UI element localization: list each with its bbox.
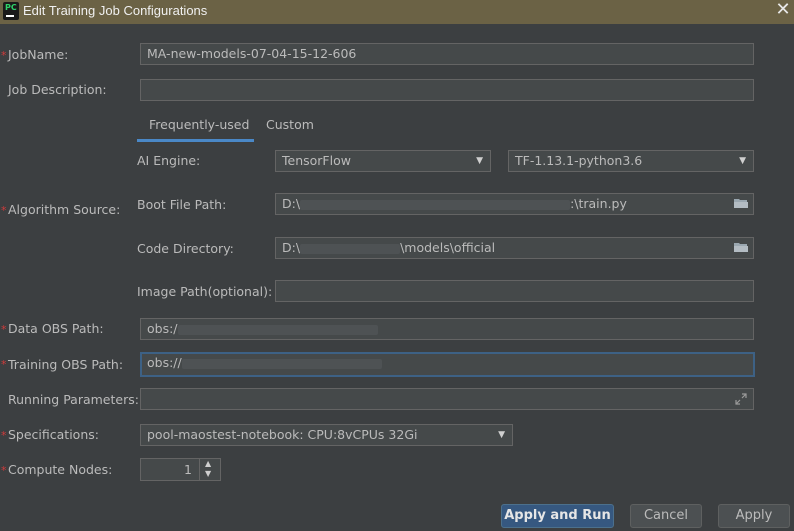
redacted-text <box>177 324 378 335</box>
redacted-text <box>300 243 401 254</box>
boot-file-path-label: Boot File Path: <box>137 197 227 212</box>
tab-selected-indicator <box>137 139 254 142</box>
chevron-down-icon: ▼ <box>498 430 505 440</box>
compute-nodes-stepper[interactable]: 1 ▲ ▼ <box>140 458 221 481</box>
data-obs-path-value: obs:/ <box>147 321 178 336</box>
redacted-text <box>181 358 382 369</box>
required-mark: * <box>1 464 7 477</box>
specifications-value: pool-maostest-notebook: CPU:8vCPUs 32Gi <box>147 427 418 442</box>
tab-custom[interactable]: Custom <box>266 117 314 132</box>
close-icon[interactable]: ✕ <box>772 0 794 22</box>
training-obs-path-value: obs:// <box>147 355 182 370</box>
boot-file-path-input[interactable]: D:\ :\train.py <box>275 193 754 215</box>
data-obs-path-input[interactable]: obs:/ <box>140 318 754 340</box>
tab-frequently-used[interactable]: Frequently-used <box>149 117 249 132</box>
decrement-icon[interactable]: ▼ <box>205 469 211 478</box>
training-obs-path-input[interactable]: obs:// <box>140 352 755 377</box>
training-obs-path-label: Training OBS Path: <box>8 357 124 372</box>
code-dir-prefix: D:\ <box>282 240 301 255</box>
image-path-label: Image Path(optional): <box>137 284 273 299</box>
job-description-label: Job Description: <box>8 82 107 97</box>
running-parameters-label: Running Parameters: <box>8 392 139 407</box>
algorithm-source-label: Algorithm Source: <box>8 202 121 217</box>
apply-and-run-button[interactable]: Apply and Run <box>501 504 614 528</box>
increment-icon[interactable]: ▲ <box>205 459 211 468</box>
title-bar: PC Edit Training Job Configurations ✕ <box>0 0 794 24</box>
folder-icon[interactable] <box>734 242 748 253</box>
compute-nodes-label: Compute Nodes: <box>8 462 113 477</box>
required-mark: * <box>1 204 7 217</box>
job-description-input[interactable] <box>140 79 754 101</box>
specifications-select[interactable]: pool-maostest-notebook: CPU:8vCPUs 32Gi … <box>140 424 513 446</box>
required-mark: * <box>1 49 7 62</box>
ai-engine-select[interactable]: TensorFlow ▼ <box>275 150 491 172</box>
chevron-down-icon: ▼ <box>739 156 746 166</box>
ai-engine-label: AI Engine: <box>137 153 201 168</box>
code-dir-suffix: \models\official <box>400 240 496 255</box>
specifications-label: Specifications: <box>8 427 99 442</box>
code-directory-input[interactable]: D:\ \models\official <box>275 237 754 259</box>
boot-file-prefix: D:\ <box>282 196 301 211</box>
image-path-input[interactable] <box>275 280 754 302</box>
compute-nodes-value: 1 <box>184 462 192 477</box>
ai-engine-value: TensorFlow <box>282 153 351 168</box>
apply-button[interactable]: Apply <box>718 504 790 528</box>
running-parameters-input[interactable] <box>140 388 754 410</box>
redacted-text <box>300 199 571 210</box>
engine-version-value: TF-1.13.1-python3.6 <box>515 153 643 168</box>
chevron-down-icon: ▼ <box>476 156 483 166</box>
engine-version-select[interactable]: TF-1.13.1-python3.6 ▼ <box>508 150 754 172</box>
required-mark: * <box>1 323 7 336</box>
data-obs-path-label: Data OBS Path: <box>8 321 104 336</box>
stepper-buttons: ▲ ▼ <box>199 459 220 480</box>
pycharm-icon: PC <box>3 2 19 20</box>
code-directory-label: Code Directory: <box>137 241 234 256</box>
boot-file-suffix: :\train.py <box>570 196 627 211</box>
required-mark: * <box>1 358 7 371</box>
expand-icon[interactable] <box>735 393 747 405</box>
job-name-label: JobName: <box>8 47 69 62</box>
cancel-button[interactable]: Cancel <box>630 504 702 528</box>
window-title: Edit Training Job Configurations <box>23 3 208 18</box>
job-name-input[interactable]: MA-new-models-07-04-15-12-606 <box>140 43 754 65</box>
folder-icon[interactable] <box>734 198 748 209</box>
required-mark: * <box>1 429 7 442</box>
job-name-value: MA-new-models-07-04-15-12-606 <box>147 46 357 61</box>
